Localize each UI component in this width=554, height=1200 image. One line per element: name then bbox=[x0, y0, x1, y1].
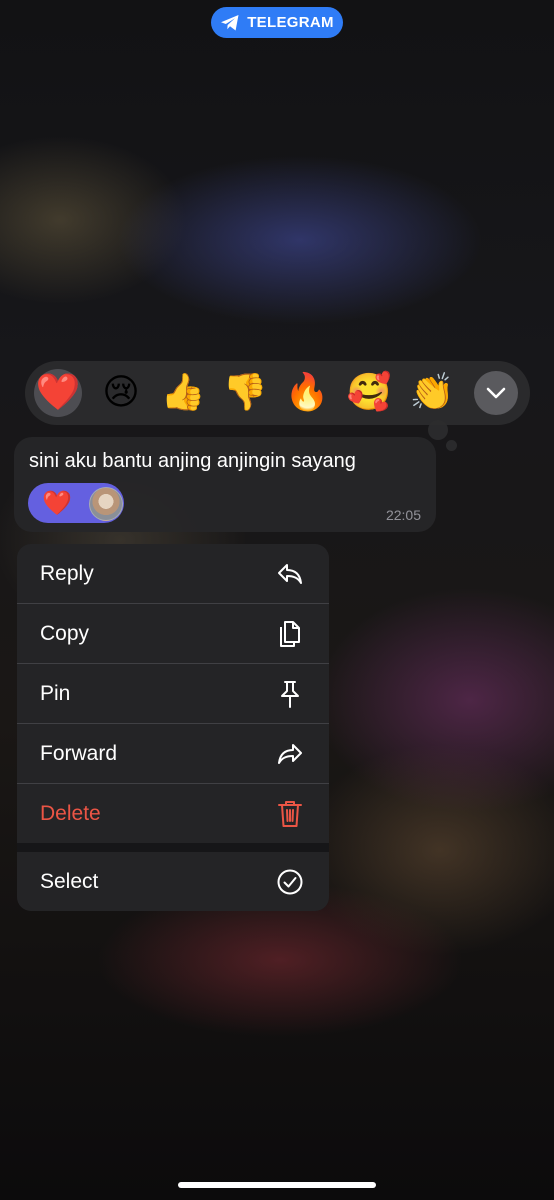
context-menu-select-group: Select bbox=[17, 852, 329, 911]
reaction-crying-face[interactable]: 😢 bbox=[97, 369, 145, 417]
telegram-send-icon bbox=[221, 14, 239, 30]
message-bubble[interactable]: sini aku bantu anjing anjingin sayang ❤️… bbox=[14, 437, 436, 532]
menu-item-pin[interactable]: Pin bbox=[17, 664, 329, 724]
menu-item-label: Reply bbox=[40, 561, 94, 585]
menu-item-label: Select bbox=[40, 869, 99, 893]
expand-reactions-button[interactable] bbox=[474, 371, 518, 415]
message-timestamp: 22:05 bbox=[385, 507, 421, 523]
menu-item-reply[interactable]: Reply bbox=[17, 544, 329, 604]
screen: TELEGRAM ❤️ 😢 👍 👎 🔥 🥰 👏 sini aku bantu a… bbox=[0, 0, 554, 1200]
menu-item-label: Copy bbox=[40, 621, 90, 645]
context-menu-actions: Reply Copy Pin Forward Delete bbox=[17, 544, 329, 843]
telegram-source-pill[interactable]: TELEGRAM bbox=[211, 7, 343, 38]
menu-item-label: Forward bbox=[40, 741, 118, 765]
menu-item-copy[interactable]: Copy bbox=[17, 604, 329, 664]
trash-icon bbox=[275, 799, 305, 829]
chevron-down-icon bbox=[486, 387, 506, 399]
menu-item-label: Pin bbox=[40, 681, 71, 705]
context-menu: Reply Copy Pin Forward Delete Select bbox=[17, 544, 329, 911]
reaction-chip-heart: ❤️ bbox=[42, 489, 72, 517]
menu-item-label: Delete bbox=[40, 801, 101, 825]
reaction-smiling-face-with-hearts[interactable]: 🥰 bbox=[345, 369, 393, 417]
reaction-fire[interactable]: 🔥 bbox=[283, 369, 331, 417]
menu-item-delete[interactable]: Delete bbox=[17, 784, 329, 843]
pin-icon bbox=[275, 679, 305, 709]
reaction-thumbs-up[interactable]: 👍 bbox=[159, 369, 207, 417]
reaction-picker: ❤️ 😢 👍 👎 🔥 🥰 👏 bbox=[25, 361, 530, 425]
message-text: sini aku bantu anjing anjingin sayang bbox=[29, 450, 356, 472]
source-pill-label: TELEGRAM bbox=[247, 14, 334, 31]
avatar bbox=[89, 487, 123, 521]
reaction-thumbs-down[interactable]: 👎 bbox=[221, 369, 269, 417]
copy-icon bbox=[275, 619, 305, 649]
menu-separator bbox=[17, 843, 329, 852]
home-indicator[interactable] bbox=[178, 1182, 376, 1188]
reaction-bubble-tail-small bbox=[446, 440, 457, 451]
menu-item-forward[interactable]: Forward bbox=[17, 724, 329, 784]
reaction-heart[interactable]: ❤️ bbox=[34, 369, 82, 417]
menu-item-select[interactable]: Select bbox=[17, 852, 329, 911]
reply-icon bbox=[275, 559, 305, 589]
message-reaction-chip[interactable]: ❤️ bbox=[28, 483, 124, 523]
checkmark-circle-icon bbox=[275, 867, 305, 897]
forward-icon bbox=[275, 739, 305, 769]
reaction-clapping-hands[interactable]: 👏 bbox=[408, 369, 456, 417]
reaction-bubble-tail bbox=[428, 420, 448, 440]
